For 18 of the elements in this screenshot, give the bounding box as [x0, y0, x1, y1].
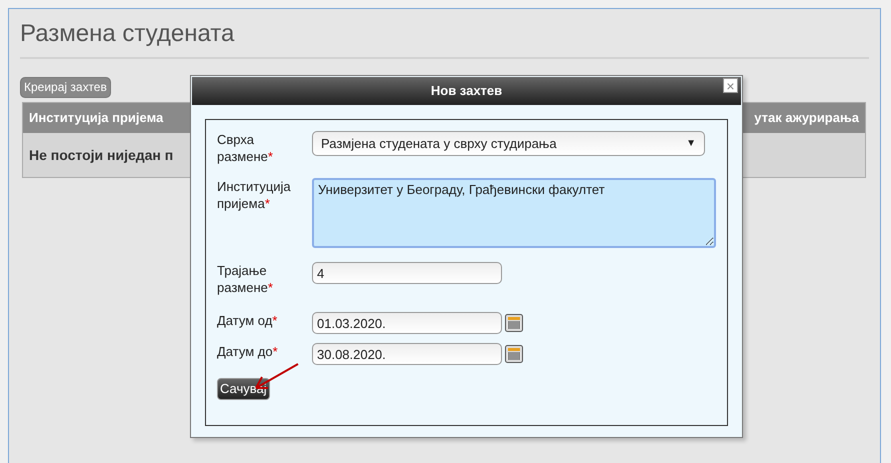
- institution-textarea[interactable]: Универзитет у Београду, Грађевински факултет: [312, 178, 716, 248]
- empty-message: Не постоји ниједан п: [28, 146, 174, 165]
- dialog-title: Нов захтев: [430, 82, 502, 100]
- field-label: Датум од*: [217, 312, 278, 329]
- page-title: Размена студената: [20, 19, 236, 49]
- field-label: Сврха размене*: [217, 131, 274, 165]
- date-field[interactable]: 01.03.2020.: [312, 312, 502, 334]
- field-label: Датум до*: [217, 343, 279, 360]
- dropdown-arrow: ▼: [686, 137, 696, 151]
- duration-field[interactable]: 4: [312, 262, 502, 284]
- field-label: Трајање размене*: [217, 262, 274, 296]
- calendar-icon[interactable]: [505, 345, 523, 363]
- calendar-icon[interactable]: [505, 314, 523, 332]
- close-button[interactable]: ×: [723, 78, 738, 93]
- create-request-button[interactable]: Креирај захтев: [20, 76, 111, 98]
- purpose-select[interactable]: Размјена студената у сврху студирања ▼: [312, 131, 705, 156]
- field-label: Институција пријема*: [217, 178, 292, 212]
- date-field[interactable]: 30.08.2020.: [312, 343, 502, 365]
